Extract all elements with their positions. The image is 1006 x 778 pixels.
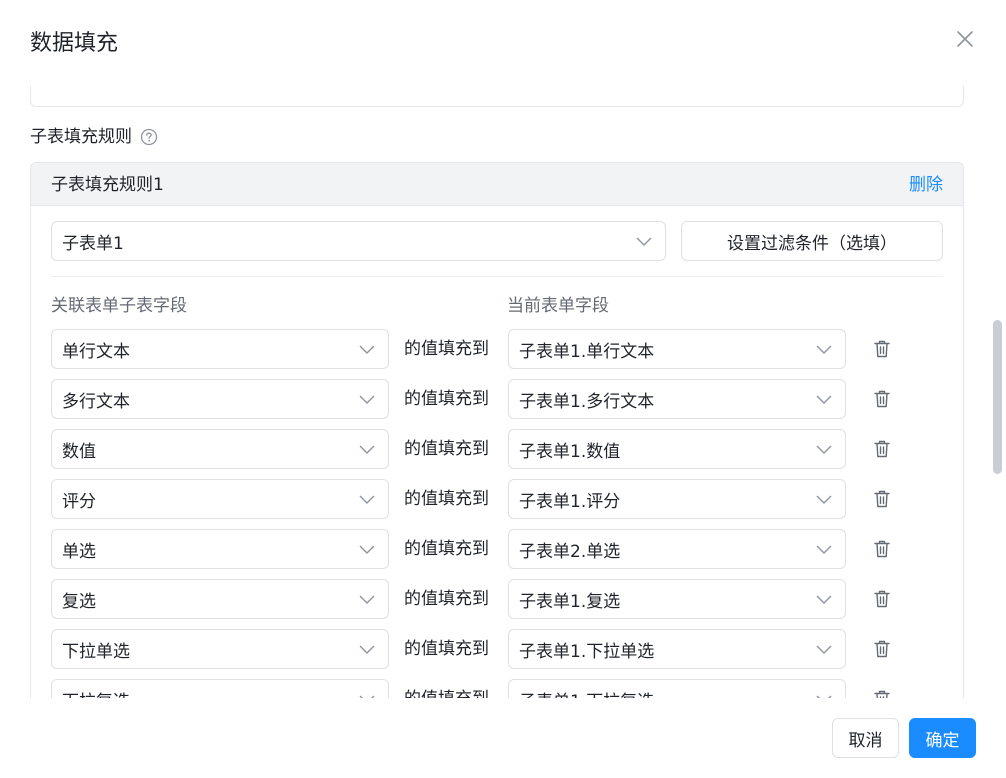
subform-select-value: 子表单1 [62,233,124,254]
fill-to-label: 的值填充到 [404,489,489,509]
chevron-down-icon [359,645,375,654]
target-field-value: 子表单2.单选 [519,541,621,562]
source-field-value: 下拉单选 [62,641,130,662]
chevron-down-icon [816,395,832,404]
rule-header: 子表填充规则1 删除 [31,163,963,206]
fill-to-label: 的值填充到 [404,589,489,609]
question-circle-icon[interactable] [140,128,158,146]
chevron-down-icon [359,695,375,698]
target-field-value: 子表单1.评分 [519,491,621,512]
target-column-label: 当前表单字段 [507,296,609,316]
target-field-select[interactable]: 子表单1.评分 [508,479,846,519]
fill-to-label: 的值填充到 [404,339,489,359]
subform-rules-heading: 子表填充规则 [30,126,158,148]
chevron-down-icon [816,445,832,454]
chevron-down-icon [359,345,375,354]
source-field-select[interactable]: 下拉复选 [51,679,389,698]
set-filter-button[interactable]: 设置过滤条件（选填） [681,221,943,261]
chevron-down-icon [359,595,375,604]
source-field-value: 单行文本 [62,341,130,362]
trash-icon[interactable] [873,539,891,559]
source-column-label: 关联表单子表字段 [51,296,187,316]
chevron-down-icon [359,495,375,504]
source-field-value: 复选 [62,591,96,612]
section-label: 子表填充规则 [30,127,132,147]
trash-icon[interactable] [873,389,891,409]
trash-icon[interactable] [873,489,891,509]
data-fill-dialog: 数据填充 子表填充规则 子表填充规则1 删除 子表单1 设置过滤条件（选填） 关… [0,0,1006,778]
trash-icon[interactable] [873,439,891,459]
target-field-value: 子表单1.复选 [519,591,621,612]
fill-to-label: 的值填充到 [404,439,489,459]
fill-to-label: 的值填充到 [404,688,489,698]
source-field-select[interactable]: 复选 [51,579,389,619]
target-field-select[interactable]: 子表单1.下拉复选 [508,679,846,698]
chevron-down-icon [816,645,832,654]
source-field-select[interactable]: 单行文本 [51,329,389,369]
trash-icon[interactable] [873,639,891,659]
chevron-down-icon [816,695,832,698]
source-field-select[interactable]: 下拉单选 [51,629,389,669]
source-field-value: 多行文本 [62,391,130,412]
dialog-title: 数据填充 [30,31,119,56]
chevron-down-icon [816,345,832,354]
target-field-select[interactable]: 子表单2.单选 [508,529,846,569]
confirm-button[interactable]: 确定 [909,718,976,758]
target-field-select[interactable]: 子表单1.下拉单选 [508,629,846,669]
chevron-down-icon [359,545,375,554]
fill-to-label: 的值填充到 [404,539,489,559]
target-field-value: 子表单1.单行文本 [519,341,655,362]
dialog-body[interactable]: 子表填充规则 子表填充规则1 删除 子表单1 设置过滤条件（选填） 关联表单子表… [0,86,1006,698]
previous-section-box [30,86,964,107]
chevron-down-icon [816,495,832,504]
subform-rule-card: 子表填充规则1 删除 子表单1 设置过滤条件（选填） 关联表单子表字段 当前表单… [30,162,964,698]
trash-icon[interactable] [873,589,891,609]
trash-icon[interactable] [873,689,891,698]
chevron-down-icon [816,545,832,554]
chevron-down-icon [636,237,652,246]
source-field-select[interactable]: 多行文本 [51,379,389,419]
source-field-value: 评分 [62,491,96,512]
fill-to-label: 的值填充到 [404,389,489,409]
subform-select[interactable]: 子表单1 [51,221,666,261]
source-field-select[interactable]: 数值 [51,429,389,469]
cancel-button[interactable]: 取消 [832,718,899,758]
source-field-select[interactable]: 单选 [51,529,389,569]
fill-to-label: 的值填充到 [404,639,489,659]
rule-title: 子表填充规则1 [51,175,164,195]
target-field-value: 子表单1.下拉单选 [519,641,655,662]
chevron-down-icon [816,595,832,604]
target-field-value: 子表单1.下拉复选 [519,687,654,699]
target-field-value: 子表单1.多行文本 [519,391,655,412]
chevron-down-icon [359,445,375,454]
source-field-select[interactable]: 评分 [51,479,389,519]
source-field-value: 下拉复选 [62,687,130,699]
source-field-value: 数值 [62,441,96,462]
scrollbar-thumb[interactable] [993,320,1002,474]
trash-icon[interactable] [873,339,891,359]
target-field-select[interactable]: 子表单1.单行文本 [508,329,846,369]
target-field-select[interactable]: 子表单1.复选 [508,579,846,619]
target-field-select[interactable]: 子表单1.多行文本 [508,379,846,419]
chevron-down-icon [359,395,375,404]
target-field-select[interactable]: 子表单1.数值 [508,429,846,469]
divider [51,276,943,277]
close-icon[interactable] [954,28,976,50]
target-field-value: 子表单1.数值 [519,441,621,462]
source-field-value: 单选 [62,541,96,562]
delete-rule-link[interactable]: 删除 [909,174,943,196]
